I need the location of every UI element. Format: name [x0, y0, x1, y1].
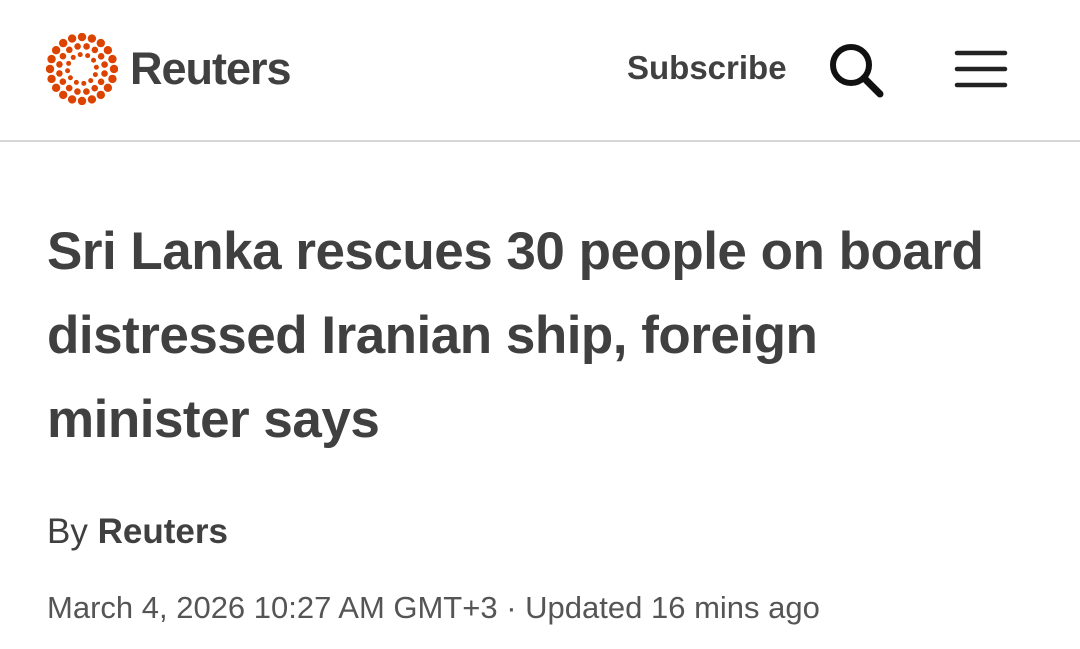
- logo-dot: [83, 88, 90, 95]
- subscribe-button[interactable]: Subscribe: [627, 48, 787, 88]
- logo-dot: [81, 80, 87, 86]
- logo-dot: [96, 90, 106, 100]
- logo-dot: [108, 74, 117, 84]
- logo-dot: [67, 34, 77, 43]
- logo-dot: [67, 75, 73, 81]
- logo-dot: [91, 46, 99, 54]
- logo-dot: [47, 54, 56, 64]
- logo-dot: [59, 52, 67, 60]
- logo-dot: [59, 78, 67, 86]
- logo-dot: [77, 96, 87, 105]
- logo-dot: [91, 57, 97, 63]
- logo-dot: [67, 95, 77, 104]
- logo-dot: [56, 61, 63, 68]
- logo-dot: [88, 78, 94, 84]
- logo-dot: [101, 70, 108, 77]
- logo-dot: [96, 38, 106, 48]
- logo-dot: [65, 68, 71, 74]
- logo-dot: [51, 83, 61, 93]
- logo-dot: [70, 54, 76, 60]
- publish-timestamp: March 4, 2026 10:27 AM GMT+3: [47, 590, 498, 625]
- logo-dot: [77, 52, 83, 58]
- dateline: March 4, 2026 10:27 AM GMT+3 · Updated 1…: [47, 588, 820, 628]
- logo-dot: [73, 79, 79, 85]
- reuters-logo-icon[interactable]: [46, 33, 118, 105]
- logo-dot: [93, 64, 99, 70]
- byline-prefix: By: [47, 512, 98, 551]
- logo-dot: [85, 53, 91, 59]
- logo-dot: [83, 43, 90, 50]
- logo-dot: [103, 83, 113, 93]
- brand-name[interactable]: Reuters: [130, 42, 292, 96]
- author-link[interactable]: Reuters: [98, 512, 228, 551]
- logo-dot: [109, 64, 118, 74]
- logo-dot: [97, 78, 105, 86]
- article-headline: Sri Lanka rescues 30 people on board dis…: [47, 222, 984, 449]
- logo-dot: [51, 45, 61, 55]
- logo-dot: [58, 38, 68, 48]
- logo-dot: [65, 84, 73, 92]
- hamburger-menu-icon[interactable]: [954, 48, 1008, 90]
- site-header: Reuters Subscribe: [0, 0, 1080, 142]
- logo-dot: [46, 64, 55, 74]
- search-icon[interactable]: [826, 40, 886, 100]
- logo-dot: [56, 70, 63, 77]
- logo-dot: [103, 45, 113, 55]
- updated-time: Updated 16 mins ago: [525, 590, 820, 625]
- logo-dot: [108, 54, 117, 64]
- logo-dot: [74, 88, 81, 95]
- logo-dot: [77, 33, 87, 42]
- logo-dot: [47, 74, 56, 84]
- logo-dot: [92, 72, 98, 78]
- logo-dot: [58, 90, 68, 100]
- dateline-separator: ·: [497, 590, 526, 625]
- logo-dot: [87, 95, 97, 104]
- byline: By Reuters: [47, 510, 228, 554]
- logo-dot: [97, 52, 105, 60]
- logo-dot: [66, 60, 72, 66]
- logo-dot: [65, 46, 73, 54]
- logo-dot: [87, 34, 97, 43]
- logo-dot: [74, 43, 81, 50]
- logo-dot: [101, 61, 108, 68]
- logo-dot: [91, 84, 99, 92]
